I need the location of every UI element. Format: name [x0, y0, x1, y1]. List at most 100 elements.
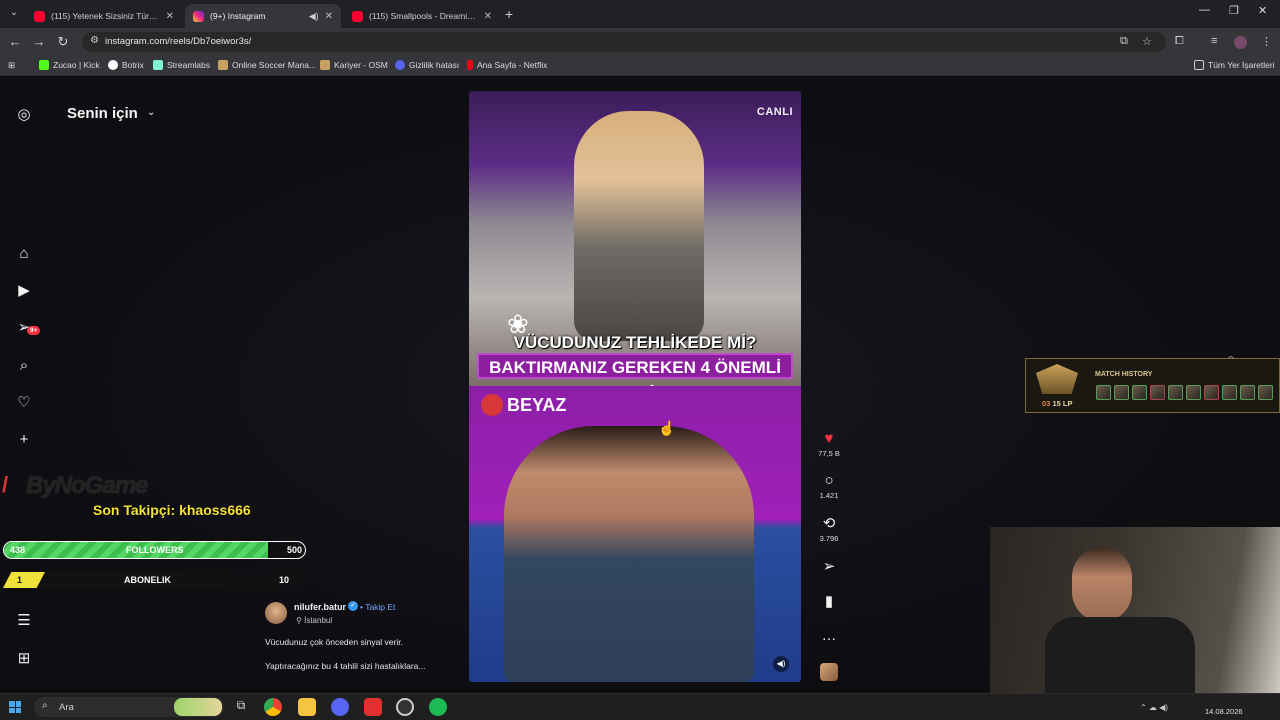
- close-tab-icon[interactable]: ✕: [325, 11, 333, 22]
- bookmark-osm[interactable]: Online Soccer Mana...: [218, 60, 316, 70]
- taskbar-search[interactable]: ⌕ Ara: [34, 697, 224, 717]
- windows-start-icon[interactable]: [9, 701, 21, 713]
- share-button[interactable]: ➢: [813, 559, 845, 575]
- taskbar-search-placeholder: Ara: [59, 702, 74, 713]
- more-options-button[interactable]: …: [813, 628, 845, 644]
- youtube-icon: [352, 10, 363, 22]
- all-bookmarks[interactable]: Tüm Yer İşaretleri: [1194, 60, 1275, 70]
- heart-icon[interactable]: ♡: [15, 394, 33, 412]
- tab-search-chevron-icon[interactable]: ⌄: [6, 5, 22, 21]
- repost-button[interactable]: ⟲ 3.796: [813, 515, 845, 544]
- author-username[interactable]: nilufer.batur: [294, 602, 346, 612]
- video-lower-frame: BEYAZ ◀): [469, 386, 801, 682]
- home-icon[interactable]: ⌂: [15, 245, 33, 263]
- close-tab-icon[interactable]: ✕: [484, 11, 492, 22]
- post-caption-line2[interactable]: Yaptıracağınız bu 4 tahlil sizi hastalık…: [265, 661, 425, 671]
- instagram-logo-icon[interactable]: ◎: [15, 106, 33, 124]
- address-bar[interactable]: ⚙ instagram.com/reels/Db7oeiwor3s/ ⧉ ☆: [82, 32, 1166, 52]
- close-tab-icon[interactable]: ✕: [166, 11, 174, 22]
- youtube-icon: [34, 10, 45, 22]
- tab-youtube-1[interactable]: (115) Yetenek Sizsiniz Türkiye'ni ✕: [26, 4, 182, 28]
- bookmarks-bar: ⊞ Zucao | Kick Botrix Streamlabs Online …: [0, 56, 1280, 76]
- apps-grid-icon[interactable]: ⊞: [8, 60, 15, 71]
- speaker-icon[interactable]: ◀): [309, 11, 319, 22]
- profile-avatar-icon[interactable]: [1234, 36, 1247, 49]
- author-avatar[interactable]: [265, 602, 287, 624]
- live-label: CANLI: [756, 106, 793, 118]
- forward-icon[interactable]: →: [31, 34, 47, 49]
- app-icon[interactable]: [364, 698, 382, 716]
- taskbar-date[interactable]: 14.08.2026: [1205, 707, 1243, 716]
- notification-badge: 9+: [27, 326, 41, 335]
- streamlabs-icon: [153, 60, 163, 70]
- followers-current: 438: [10, 545, 26, 555]
- repost-icon: ⟲: [822, 515, 836, 532]
- file-explorer-icon[interactable]: [298, 698, 316, 716]
- champion-icon: [1204, 385, 1219, 400]
- chrome-menu-icon[interactable]: ⋮: [1261, 35, 1272, 48]
- volume-icon[interactable]: ◀): [773, 656, 789, 672]
- location-pin-icon: ⚲: [296, 616, 302, 625]
- search-icon[interactable]: ⌕: [15, 357, 33, 375]
- url-text[interactable]: instagram.com/reels/Db7oeiwor3s/: [105, 36, 251, 47]
- chevron-down-icon[interactable]: ⌄: [147, 107, 155, 118]
- discord-icon[interactable]: [331, 698, 349, 716]
- last-follower-text: Son Takipçi: khaoss666: [93, 502, 251, 518]
- minimize-icon[interactable]: —: [1199, 4, 1210, 16]
- install-app-icon[interactable]: ⧉: [1120, 35, 1128, 48]
- tray-icons[interactable]: ⌃ ☁ ◀): [1140, 703, 1168, 712]
- feed-title[interactable]: Senin için: [67, 105, 138, 122]
- rank-emblem-icon: [1036, 364, 1078, 394]
- channel-logo: BEYAZ: [481, 394, 566, 416]
- guest-woman-image: [574, 111, 704, 341]
- bookmark-netflix[interactable]: Ana Sayfa - Netflix: [467, 60, 547, 70]
- champion-icon: [1222, 385, 1237, 400]
- back-icon[interactable]: ←: [7, 34, 23, 49]
- reel-video[interactable]: CANLI ❀ VÜCUDUNUZ TEHLİKEDE Mİ? BAKTIRMA…: [469, 91, 801, 682]
- restore-icon[interactable]: ❐: [1229, 4, 1239, 17]
- tab-instagram[interactable]: (9+) Instagram ◀) ✕: [185, 4, 341, 28]
- instagram-icon: [193, 10, 204, 22]
- champion-icon: [1150, 385, 1165, 400]
- video-upper-frame: CANLI ❀ VÜCUDUNUZ TEHLİKEDE Mİ? BAKTIRMA…: [469, 91, 801, 403]
- media-controls-icon[interactable]: ≡: [1211, 35, 1217, 47]
- close-window-icon[interactable]: ✕: [1258, 4, 1267, 17]
- subs-goal-bar: 1 ABONELIK 10: [3, 572, 306, 588]
- create-icon[interactable]: +: [15, 431, 33, 449]
- match-history-widget: 03 15 LP MATCH HISTORY: [1025, 358, 1280, 413]
- verified-badge-icon: ✓: [348, 601, 358, 611]
- post-location[interactable]: ⚲ İstanbul: [296, 616, 332, 625]
- chrome-icon[interactable]: [264, 698, 282, 716]
- new-tab-button[interactable]: +: [505, 6, 513, 22]
- bookmark-streamlabs[interactable]: Streamlabs: [153, 60, 210, 70]
- lp-display: 03 15 LP: [1042, 399, 1073, 408]
- extensions-icon[interactable]: ⧠: [1175, 35, 1184, 48]
- comment-icon: ○: [824, 472, 834, 489]
- bookmark-star-icon[interactable]: ☆: [1142, 35, 1152, 48]
- followers-goal: 500: [287, 545, 303, 555]
- bookmark-kick[interactable]: Zucao | Kick: [39, 60, 100, 70]
- reload-icon[interactable]: ↻: [55, 34, 71, 50]
- audio-thumbnail[interactable]: [820, 663, 838, 681]
- bookmark-botrix[interactable]: Botrix: [108, 60, 144, 70]
- like-button[interactable]: ♥ 77,5 B: [813, 431, 845, 459]
- streamer-body-image: [1045, 617, 1195, 693]
- bookmark-gizlilik[interactable]: Gizlilik hatası: [395, 60, 459, 70]
- bookmark-kariyer[interactable]: Kariyer - OSM: [320, 60, 388, 70]
- more-icon[interactable]: ⊞: [15, 650, 33, 668]
- reels-icon[interactable]: ▶: [15, 282, 33, 300]
- site-info-icon[interactable]: ⚙: [90, 35, 99, 46]
- browser-toolbar: ← → ↻ ⚙ instagram.com/reels/Db7oeiwor3s/…: [0, 28, 1280, 56]
- spotify-icon[interactable]: [429, 698, 447, 716]
- tab-youtube-2[interactable]: (115) Smallpools - Dreaming (O ✕: [344, 4, 500, 28]
- champion-icon: [1186, 385, 1201, 400]
- champion-icon: [1258, 385, 1273, 400]
- comment-button[interactable]: ○ 1.421: [813, 472, 845, 501]
- save-button[interactable]: ▮: [813, 594, 845, 610]
- repost-count: 3.796: [819, 534, 839, 543]
- follow-button[interactable]: • Takip Et: [360, 602, 395, 612]
- task-view-icon[interactable]: ⧉: [232, 698, 250, 716]
- webcam-overlay: [990, 527, 1280, 693]
- menu-icon[interactable]: ☰: [15, 612, 33, 630]
- obs-icon[interactable]: [396, 698, 414, 716]
